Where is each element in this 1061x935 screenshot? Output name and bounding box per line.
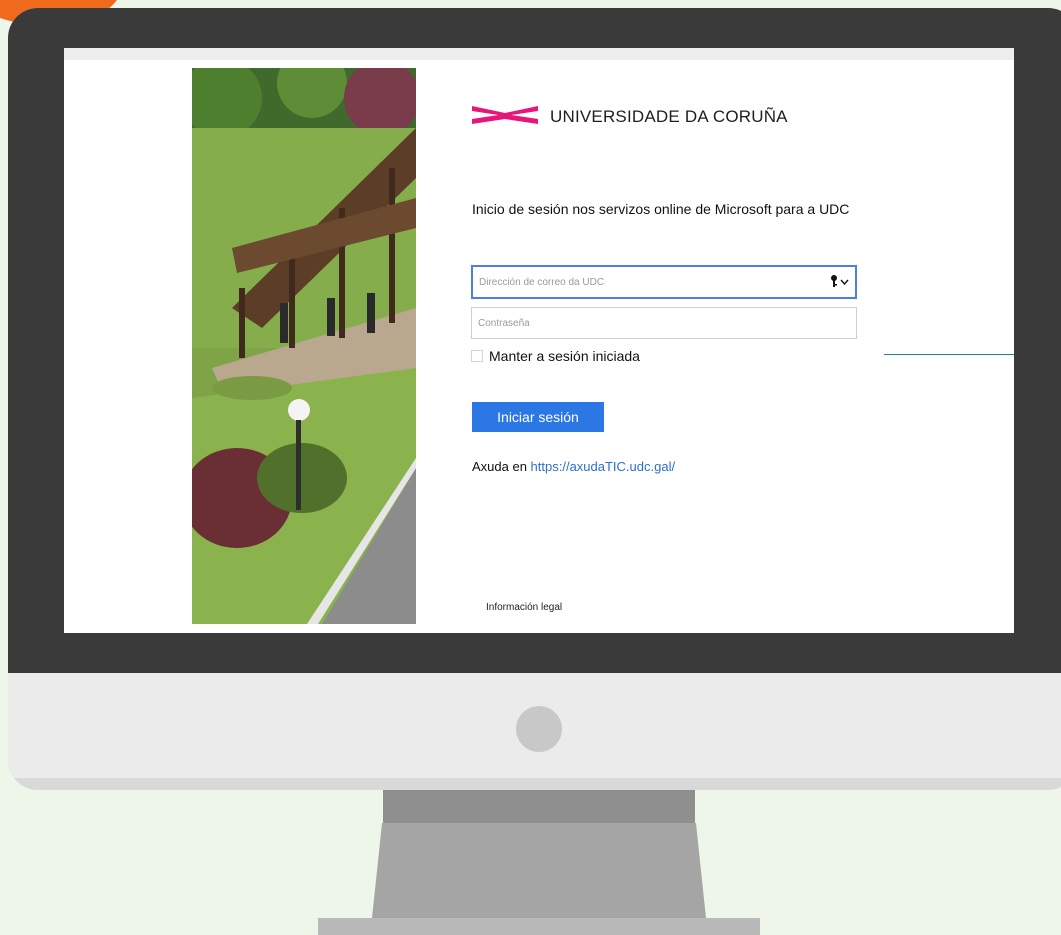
legal-link[interactable]: Información legal (486, 602, 562, 613)
campus-photo (192, 68, 416, 624)
browser-top-bar (64, 48, 1014, 60)
email-field[interactable] (471, 265, 857, 299)
help-link[interactable]: https://axudaTIC.udc.gal/ (531, 459, 676, 474)
university-logo-icon (472, 104, 538, 131)
signin-heading: Inicio de sesión nos servizos online de … (472, 201, 850, 217)
monitor-stand-base (318, 918, 760, 935)
monitor-button (516, 706, 562, 752)
university-brand: UNIVERSIDADE DA CORUÑA (472, 100, 788, 134)
remember-me[interactable]: Manter a sesión iniciada (471, 348, 640, 364)
password-input[interactable] (472, 316, 856, 330)
monitor-stand (372, 823, 706, 918)
monitor-stand-neck (383, 790, 695, 823)
monitor: UNIVERSIDADE DA CORUÑA Inicio de sesión … (8, 8, 1061, 790)
screen: UNIVERSIDADE DA CORUÑA Inicio de sesión … (64, 48, 1014, 633)
email-input[interactable] (473, 275, 830, 289)
callout-line (884, 354, 1014, 355)
chevron-down-icon (840, 276, 849, 288)
help-prefix: Axuda en (472, 459, 531, 474)
remember-label: Manter a sesión iniciada (489, 348, 640, 364)
signin-button[interactable]: Iniciar sesión (472, 402, 604, 432)
remember-checkbox[interactable] (471, 350, 483, 362)
password-field[interactable] (471, 307, 857, 339)
help-text: Axuda en https://axudaTIC.udc.gal/ (472, 459, 675, 474)
key-icon (830, 274, 838, 290)
university-name: UNIVERSIDADE DA CORUÑA (550, 107, 788, 126)
password-manager-button[interactable] (830, 274, 855, 290)
